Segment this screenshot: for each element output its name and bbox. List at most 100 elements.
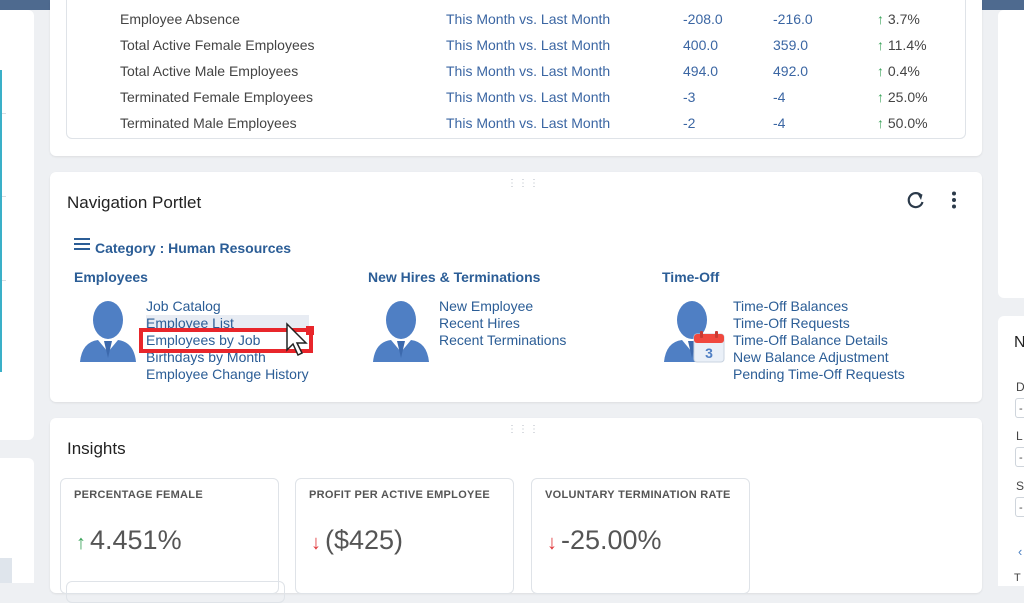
metric-period-link[interactable]: This Month vs. Last Month (446, 58, 610, 84)
metric-period-link[interactable]: This Month vs. Last Month (446, 32, 610, 58)
metric-change: ↑ 3.7% (877, 6, 920, 32)
arrow-down-icon: ↓ (547, 532, 557, 554)
arrow-up-icon: ↑ (877, 11, 884, 27)
category-selector[interactable]: Category : Human Resources (74, 235, 291, 256)
metric-change-value: 11.4% (887, 37, 927, 53)
insight-card[interactable]: VOLUNTARY TERMINATION RATE ↓ -25.00% (531, 478, 750, 594)
person-icon (78, 300, 138, 362)
metric-change: ↑ 0.4% (877, 58, 920, 84)
table-row: Terminated Male Employees This Month vs.… (67, 110, 965, 136)
left-lower-panel (0, 458, 34, 583)
navigation-portlet: ⋮⋮⋮ Navigation Portlet Category : Human … (50, 172, 982, 402)
table-row: Employee Absence This Month vs. Last Mon… (67, 6, 965, 32)
arrow-up-icon: ↑ (76, 532, 86, 554)
metric-previous-value[interactable]: -4 (773, 110, 785, 136)
metric-period-link[interactable]: This Month vs. Last Month (446, 6, 610, 32)
metric-previous-value[interactable]: 359.0 (773, 32, 808, 58)
calendar-day: 3 (705, 345, 713, 361)
drag-handle-icon[interactable]: ⋮⋮⋮ (507, 178, 540, 189)
right-panel-footer: T (1014, 572, 1021, 584)
insight-value: ($425) (325, 525, 404, 555)
insight-value-wrap: ↑ 4.451% (76, 525, 182, 556)
metrics-table: Employee Absence This Month vs. Last Mon… (66, 0, 966, 139)
link-recent-hires[interactable]: Recent Hires (439, 315, 566, 332)
table-row: Total Active Male Employees This Month v… (67, 58, 965, 84)
insight-label: PROFIT PER ACTIVE EMPLOYEE (309, 489, 490, 501)
insights-portlet: ⋮⋮⋮ Insights PERCENTAGE FEMALE ↑ 4.451% P… (50, 418, 982, 603)
link-time-off-balances[interactable]: Time-Off Balances (733, 298, 905, 315)
metric-current-value[interactable]: -208.0 (683, 6, 723, 32)
metric-change-value: 3.7% (887, 11, 920, 27)
link-time-off-balance-details[interactable]: Time-Off Balance Details (733, 332, 905, 349)
metric-change-value: 50.0% (887, 115, 928, 131)
metric-previous-value[interactable]: 492.0 (773, 58, 808, 84)
insight-card[interactable]: PERCENTAGE FEMALE ↑ 4.451% (60, 478, 279, 594)
link-new-balance-adjustment[interactable]: New Balance Adjustment (733, 349, 905, 366)
left-panel-strip (0, 558, 12, 583)
right-panel-select[interactable]: - (1015, 497, 1024, 517)
insight-value-wrap: ↓ -25.00% (547, 525, 662, 556)
insight-label: PERCENTAGE FEMALE (74, 489, 203, 501)
right-panel-select[interactable]: - (1015, 398, 1024, 418)
section-title-new-hires: New Hires & Terminations (368, 269, 541, 285)
metric-name: Total Active Male Employees (120, 63, 299, 79)
chevron-left-icon[interactable]: ‹ (1018, 544, 1022, 559)
insight-value: -25.00% (561, 525, 662, 555)
new-hires-links: New Employee Recent Hires Recent Termina… (439, 298, 566, 349)
right-panel-title: N (1014, 334, 1024, 351)
section-title-time-off: Time-Off (662, 269, 720, 285)
metric-change: ↑ 11.4% (877, 32, 927, 58)
right-panel-label: S (1016, 479, 1024, 493)
metric-name: Terminated Female Employees (120, 89, 313, 105)
metrics-portlet: Employee Absence This Month vs. Last Mon… (50, 0, 982, 156)
link-time-off-requests[interactable]: Time-Off Requests (733, 315, 905, 332)
refresh-icon[interactable] (906, 190, 926, 215)
menu-icon (74, 235, 90, 253)
drag-handle-icon[interactable]: ⋮⋮⋮ (507, 424, 540, 435)
metric-change-value: 25.0% (887, 89, 928, 105)
right-panel-label: L (1016, 429, 1023, 443)
insights-title: Insights (67, 439, 126, 458)
insight-value-wrap: ↓ ($425) (311, 525, 403, 556)
metric-change-value: 0.4% (887, 63, 920, 79)
metric-period-link[interactable]: This Month vs. Last Month (446, 84, 610, 110)
arrow-up-icon: ↑ (877, 63, 884, 79)
metric-change: ↑ 50.0% (877, 110, 928, 136)
link-employee-change-history[interactable]: Employee Change History (146, 366, 309, 383)
metric-previous-value[interactable]: -216.0 (773, 6, 813, 32)
metric-name: Total Active Female Employees (120, 37, 315, 53)
arrow-down-icon: ↓ (311, 532, 321, 554)
calendar-icon: 3 (693, 330, 725, 363)
link-pending-time-off-requests[interactable]: Pending Time-Off Requests (733, 366, 905, 383)
section-title-employees: Employees (74, 269, 148, 285)
insight-label: VOLUNTARY TERMINATION RATE (545, 489, 731, 501)
left-chart-panel (0, 10, 34, 440)
portlet-title: Navigation Portlet (67, 193, 202, 212)
metric-period-link[interactable]: This Month vs. Last Month (446, 110, 610, 136)
metric-current-value[interactable]: -2 (683, 110, 695, 136)
more-vertical-icon[interactable] (948, 190, 960, 215)
table-row: Total Active Female Employees This Month… (67, 32, 965, 58)
link-job-catalog[interactable]: Job Catalog (146, 298, 309, 315)
metric-change: ↑ 25.0% (877, 84, 928, 110)
link-recent-terminations[interactable]: Recent Terminations (439, 332, 566, 349)
insight-card[interactable]: PROFIT PER ACTIVE EMPLOYEE ↓ ($425) (295, 478, 514, 594)
table-row: Terminated Female Employees This Month v… (67, 84, 965, 110)
right-panel-label: D (1016, 380, 1024, 394)
insight-value: 4.451% (90, 525, 182, 555)
chart-series-line (0, 70, 2, 372)
metric-current-value[interactable]: 494.0 (683, 58, 718, 84)
arrow-up-icon: ↑ (877, 89, 884, 105)
right-upper-panel (998, 10, 1024, 298)
metric-previous-value[interactable]: -4 (773, 84, 785, 110)
link-new-employee[interactable]: New Employee (439, 298, 566, 315)
time-off-links: Time-Off Balances Time-Off Requests Time… (733, 298, 905, 383)
right-panel-select[interactable]: - (1015, 447, 1024, 467)
metric-current-value[interactable]: -3 (683, 84, 695, 110)
arrow-up-icon: ↑ (877, 37, 884, 53)
mouse-cursor-icon (285, 322, 311, 363)
metric-name: Terminated Male Employees (120, 115, 297, 131)
metric-current-value[interactable]: 400.0 (683, 32, 718, 58)
category-label: Category : Human Resources (95, 240, 292, 256)
insight-card-partial (66, 581, 285, 603)
